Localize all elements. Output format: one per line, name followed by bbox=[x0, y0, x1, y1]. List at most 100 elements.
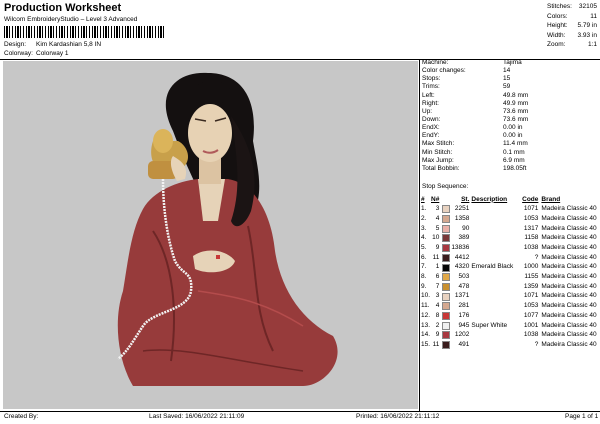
thread-brand: Madeira Classic 40 bbox=[541, 263, 597, 271]
stop-row: 6. 11 4412? Madeira Classic 40 bbox=[421, 253, 598, 263]
color-description bbox=[471, 292, 517, 302]
thread-code: 1001 bbox=[523, 321, 539, 329]
thread-brand: Madeira Classic 40 bbox=[541, 311, 597, 319]
stop-row: 8. 6 503 1155 Madeira Classic 40 bbox=[421, 273, 598, 283]
color-description bbox=[471, 302, 517, 312]
thread-code: 1158 bbox=[524, 234, 539, 242]
thread-brand: Madeira Classic 40 bbox=[541, 321, 597, 329]
stitch-count: 4412 bbox=[454, 253, 470, 261]
needle-number: 2 bbox=[435, 321, 440, 329]
needle-number: 9 bbox=[435, 331, 440, 339]
color-description: Super White bbox=[471, 321, 508, 329]
thread-code: 1000 bbox=[523, 263, 539, 271]
stitch-count: 491 bbox=[458, 340, 470, 348]
stop-row: 9. 7 478 1359 Madeira Classic 40 bbox=[421, 282, 598, 292]
color-swatch bbox=[442, 205, 451, 214]
thread-code: 1053 bbox=[523, 214, 539, 222]
software-subtitle: Wilcom EmbroideryStudio – Level 3 Advanc… bbox=[4, 16, 138, 23]
printed-date: Printed: 16/06/2022 21:11:12 bbox=[356, 413, 440, 420]
stop-number: 4. bbox=[421, 234, 427, 242]
thread-brand: Madeira Classic 40 bbox=[541, 224, 597, 232]
col-header-num: # bbox=[421, 195, 425, 203]
stop-sequence-table: # N# St. Description Code Brand 1. 3 2251 1… bbox=[421, 195, 598, 350]
needle-number: 9 bbox=[435, 244, 440, 252]
needle-number: 11 bbox=[432, 340, 440, 348]
stop-row: 2. 4 1358 1053 Madeira Classic 40 bbox=[421, 214, 598, 224]
stop-number: 7. bbox=[421, 263, 427, 271]
stitch-count: 1358 bbox=[454, 214, 470, 222]
stitch-count: 4320 bbox=[454, 263, 470, 271]
color-swatch-cell bbox=[439, 243, 451, 253]
color-swatch bbox=[442, 263, 451, 272]
stop-number: 1. bbox=[421, 205, 427, 213]
color-swatch bbox=[442, 234, 451, 243]
stop-row: 10. 3 1371 1071 Madeira Classic 40 bbox=[421, 292, 598, 302]
color-description bbox=[471, 331, 517, 341]
thread-brand: Madeira Classic 40 bbox=[541, 244, 597, 252]
stop-number: 11. bbox=[421, 302, 430, 310]
thread-code: 1071 bbox=[523, 292, 539, 300]
color-swatch bbox=[442, 331, 451, 340]
needle-number: 8 bbox=[435, 311, 440, 319]
needle-number: 1 bbox=[435, 263, 440, 271]
stitch-count: 478 bbox=[458, 282, 470, 290]
thread-code: 1038 bbox=[523, 331, 539, 339]
stop-row: 11. 4 281 1053 Madeira Classic 40 bbox=[421, 302, 598, 312]
stitch-count: 90 bbox=[462, 224, 470, 232]
last-saved: Last Saved: 16/06/2022 21:11:09 bbox=[149, 413, 245, 420]
color-swatch-cell bbox=[439, 321, 451, 331]
stop-row: 12. 8 176 1077 Madeira Classic 40 bbox=[421, 311, 598, 321]
stop-number: 9. bbox=[421, 282, 427, 290]
stop-table-header: # N# St. Description Code Brand bbox=[421, 195, 598, 205]
stop-number: 14. bbox=[421, 331, 431, 339]
color-swatch-cell bbox=[439, 302, 451, 312]
thread-code: 1359 bbox=[523, 282, 539, 290]
stop-number: 6. bbox=[421, 253, 427, 261]
color-description bbox=[471, 273, 517, 283]
thread-brand: Madeira Classic 40 bbox=[541, 302, 597, 310]
thread-code: 1071 bbox=[523, 205, 539, 213]
color-swatch bbox=[442, 341, 451, 350]
needle-number: 10 bbox=[432, 234, 440, 242]
thread-brand: Madeira Classic 40 bbox=[541, 340, 597, 348]
color-description bbox=[471, 243, 517, 253]
color-swatch-cell bbox=[439, 214, 451, 224]
color-swatch bbox=[442, 302, 451, 311]
stitch-count: 281 bbox=[458, 302, 470, 310]
needle-number: 6 bbox=[435, 273, 440, 281]
barcode bbox=[4, 26, 166, 38]
thread-brand: Madeira Classic 40 bbox=[541, 205, 597, 213]
stitch-count: 2251 bbox=[454, 205, 470, 213]
stop-number: 8. bbox=[421, 273, 427, 281]
color-swatch bbox=[442, 215, 451, 224]
color-swatch bbox=[442, 311, 451, 320]
thread-code: 1317 bbox=[523, 224, 539, 232]
stitch-count: 176 bbox=[458, 311, 470, 319]
thread-brand: Madeira Classic 40 bbox=[541, 214, 597, 222]
color-description bbox=[471, 224, 517, 234]
thread-code: 1155 bbox=[524, 273, 539, 281]
col-header-brand: Brand bbox=[541, 195, 561, 203]
created-by: Created By: bbox=[4, 413, 39, 420]
thread-code: ? bbox=[534, 253, 539, 261]
stop-sequence-label: Stop Sequence: bbox=[422, 183, 469, 190]
col-header-needle: N# bbox=[431, 195, 440, 203]
design-name: Kim Kardashian 5,8 IN bbox=[36, 41, 102, 48]
col-header-description: Description bbox=[471, 195, 508, 203]
stop-row: 14. 9 1202 1038 Madeira Classic 40 bbox=[421, 331, 598, 341]
needle-number: 7 bbox=[435, 282, 440, 290]
color-swatch-cell bbox=[439, 224, 451, 234]
colorway-name: Colorway 1 bbox=[36, 50, 69, 57]
color-swatch bbox=[442, 253, 451, 262]
color-swatch-cell bbox=[439, 273, 451, 283]
color-description bbox=[471, 214, 517, 224]
stop-number: 3. bbox=[421, 224, 427, 232]
design-preview bbox=[3, 61, 418, 409]
stitch-count: 1371 bbox=[454, 292, 470, 300]
thread-brand: Madeira Classic 40 bbox=[541, 292, 597, 300]
thread-code: ? bbox=[534, 340, 539, 348]
stop-row: 5. 9 13836 1038 Madeira Classic 40 bbox=[421, 243, 598, 253]
stitch-count: 389 bbox=[458, 234, 470, 242]
thread-brand: Madeira Classic 40 bbox=[541, 331, 597, 339]
color-swatch bbox=[442, 292, 451, 301]
